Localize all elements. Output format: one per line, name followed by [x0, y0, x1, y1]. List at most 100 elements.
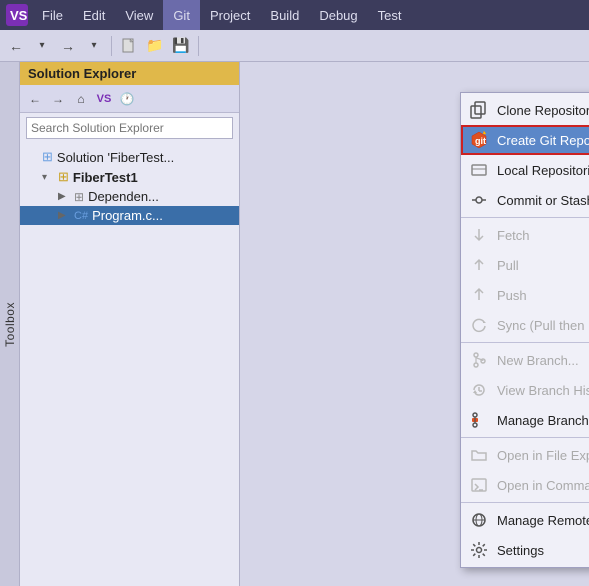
pull-icon — [469, 255, 489, 275]
sol-sync-btn[interactable]: 🕐 — [116, 88, 138, 110]
push-icon — [469, 285, 489, 305]
solution-toolbar: ← → ⌂ VS 🕐 — [20, 85, 239, 113]
menu-debug[interactable]: Debug — [309, 0, 367, 30]
deps-label: Dependen... — [88, 189, 159, 204]
new-file-icon — [121, 38, 137, 54]
settings-label: Settings — [497, 543, 589, 558]
remotes-icon — [469, 510, 489, 530]
pull-label: Pull — [497, 258, 589, 273]
menu-pull: Pull — [461, 250, 589, 280]
clone-label: Clone Repository... — [497, 103, 589, 118]
menu-file[interactable]: File — [32, 0, 73, 30]
sync-label: Sync (Pull then Push) — [497, 318, 589, 333]
menu-project[interactable]: Project — [200, 0, 260, 30]
menu-open-command-prompt: Open in Command Prompt — [461, 470, 589, 500]
separator-1 — [461, 217, 589, 218]
manage-branch-icon — [469, 410, 489, 430]
menu-view-branch-history: View Branch History — [461, 375, 589, 405]
menu-manage-branches[interactable]: Manage Branches — [461, 405, 589, 435]
git-dropdown-menu: Clone Repository... git Create Git Repos… — [460, 92, 589, 568]
menu-git[interactable]: Git — [163, 0, 200, 30]
menu-create-git-repository[interactable]: git Create Git Repository... — [461, 125, 589, 155]
history-icon — [469, 380, 489, 400]
dropdown-back[interactable]: ▾ — [30, 34, 54, 58]
sol-back-btn[interactable]: ← — [24, 88, 46, 110]
branch-icon — [469, 350, 489, 370]
sync-icon — [469, 315, 489, 335]
solution-label: Solution 'FiberTest... — [57, 150, 174, 165]
dropdown-forward[interactable]: ▾ — [82, 34, 106, 58]
fetch-icon — [469, 225, 489, 245]
toolbar-separator-2 — [198, 36, 199, 56]
commit-label: Commit or Stash... — [497, 193, 589, 208]
expand-icon-program: ▶ — [58, 210, 70, 221]
commit-icon — [469, 190, 489, 210]
right-content-area: Clone Repository... git Create Git Repos… — [240, 62, 589, 586]
toolbox-sidebar[interactable]: Toolbox — [0, 62, 20, 586]
forward-button[interactable]: → — [56, 34, 80, 58]
clone-icon — [469, 100, 489, 120]
back-button[interactable]: ← — [4, 34, 28, 58]
settings-icon — [469, 540, 489, 560]
menu-new-branch: New Branch... — [461, 345, 589, 375]
solution-explorer-header: Solution Explorer — [20, 62, 239, 85]
toolbar-separator-1 — [111, 36, 112, 56]
menu-edit[interactable]: Edit — [73, 0, 115, 30]
tree-item-project[interactable]: ▾ ⊞ FiberTest1 — [20, 167, 239, 187]
save-button[interactable]: 💾 — [169, 34, 193, 58]
local-repo-icon — [469, 160, 489, 180]
cmd-prompt-label: Open in Command Prompt — [497, 478, 589, 493]
tree-item-program-cs[interactable]: ▶ C# Program.c... — [20, 206, 239, 225]
svg-text:VS: VS — [10, 8, 28, 23]
deps-icon: ⊞ — [74, 190, 84, 204]
cs-file-icon: C# — [74, 210, 88, 222]
menu-test[interactable]: Test — [368, 0, 412, 30]
solution-tree: ⊞ Solution 'FiberTest... ▾ ⊞ FiberTest1 … — [20, 143, 239, 586]
cs-project-icon: ⊞ — [58, 169, 69, 185]
separator-2 — [461, 342, 589, 343]
main-toolbar: ← ▾ → ▾ 📁 💾 — [0, 30, 589, 62]
solution-explorer-panel: Solution Explorer ← → ⌂ VS 🕐 ⊞ Solution … — [20, 62, 240, 586]
fetch-label: Fetch — [497, 228, 589, 243]
tree-item-solution[interactable]: ⊞ Solution 'FiberTest... — [20, 147, 239, 167]
menu-commit-or-stash[interactable]: Commit or Stash... — [461, 185, 589, 215]
manage-remotes-label: Manage Remotes... — [497, 513, 589, 528]
new-file-button[interactable] — [117, 34, 141, 58]
title-bar: VS File Edit View Git Project Build Debu… — [0, 0, 589, 30]
folder-icon — [469, 445, 489, 465]
tree-item-dependencies[interactable]: ▶ ⊞ Dependen... — [20, 187, 239, 206]
menu-fetch: Fetch — [461, 220, 589, 250]
file-explorer-label: Open in File Explorer — [497, 448, 589, 463]
menu-manage-remotes[interactable]: Manage Remotes... — [461, 505, 589, 535]
push-label: Push — [497, 288, 589, 303]
terminal-icon — [469, 475, 489, 495]
program-cs-label: Program.c... — [92, 208, 163, 223]
menu-view[interactable]: View — [115, 0, 163, 30]
create-git-label: Create Git Repository... — [497, 133, 589, 148]
solution-search-box[interactable] — [26, 117, 233, 139]
menu-local-repositories[interactable]: Local Repositories... ► — [461, 155, 589, 185]
menu-clone-repository[interactable]: Clone Repository... — [461, 95, 589, 125]
menu-settings[interactable]: Settings — [461, 535, 589, 565]
separator-3 — [461, 437, 589, 438]
view-history-label: View Branch History — [497, 383, 589, 398]
sol-home-btn[interactable]: ⌂ — [70, 88, 92, 110]
solution-search-input[interactable] — [31, 121, 228, 135]
sol-vs-btn[interactable]: VS — [93, 88, 115, 110]
sol-forward-btn[interactable]: → — [47, 88, 69, 110]
vs-logo-icon: VS — [6, 4, 28, 26]
solution-explorer-title: Solution Explorer — [28, 66, 136, 81]
project-label: FiberTest1 — [73, 170, 138, 185]
menu-open-file-explorer: Open in File Explorer — [461, 440, 589, 470]
local-repos-label: Local Repositories... — [497, 163, 589, 178]
open-folder-button[interactable]: 📁 — [143, 34, 167, 58]
git-create-icon: git — [469, 130, 489, 150]
main-area: Toolbox Solution Explorer ← → ⌂ VS 🕐 ⊞ S… — [0, 62, 589, 586]
separator-4 — [461, 502, 589, 503]
expand-icon-project: ▾ — [42, 172, 54, 183]
menu-bar: File Edit View Git Project Build Debug T… — [32, 0, 411, 30]
menu-push: Push — [461, 280, 589, 310]
menu-build[interactable]: Build — [260, 0, 309, 30]
expand-icon-deps: ▶ — [58, 191, 70, 202]
solution-icon: ⊞ — [42, 149, 53, 165]
